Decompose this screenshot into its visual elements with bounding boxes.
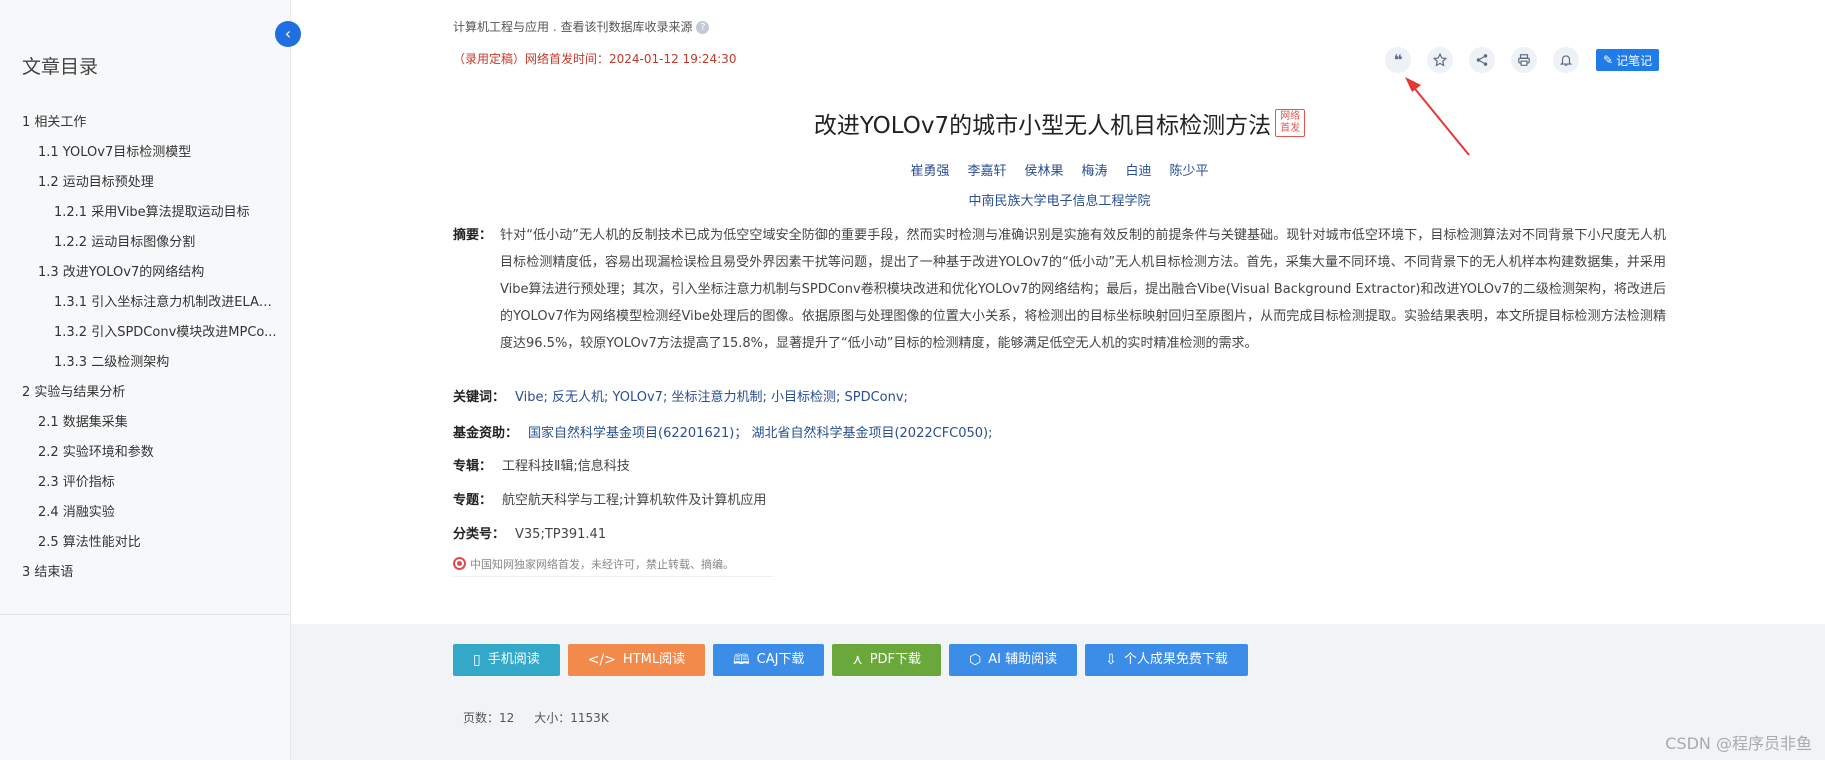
cnki-copyright-icon	[453, 557, 466, 570]
phone-icon: ▯	[473, 652, 481, 668]
csdn-watermark: CSDN @程序员非鱼	[1665, 734, 1812, 753]
topic-row: 专题： 航空航天科学与工程;计算机软件及计算机应用	[453, 491, 766, 511]
toc-item[interactable]: 1.2.1 采用Vibe算法提取运动目标	[0, 198, 280, 228]
fund-row: 基金资助： 国家自然科学基金项目(62201621)； 湖北省自然科学基金项目(2…	[453, 424, 993, 444]
keywords-label: 关键词：	[453, 390, 506, 405]
topic-label: 专题：	[453, 493, 493, 508]
fund-links[interactable]: 国家自然科学基金项目(62201621)； 湖北省自然科学基金项目(2022CF…	[528, 426, 993, 441]
toc-item[interactable]: 1.2 运动目标预处理	[0, 168, 291, 198]
author-link[interactable]: 崔勇强	[910, 164, 949, 179]
toc-item[interactable]: 1 相关工作	[0, 108, 291, 138]
share-glyph	[1476, 54, 1488, 66]
pdf-download-button[interactable]: ⋏ PDF下载	[832, 644, 942, 676]
toc-item[interactable]: 2.3 评价指标	[0, 468, 291, 498]
toc-item[interactable]: 3 结束语	[0, 558, 291, 588]
toc-item[interactable]: 2.2 实验环境和参数	[0, 438, 291, 468]
author-link[interactable]: 侯林果	[1024, 164, 1063, 179]
page-count: 页数：12	[463, 711, 515, 725]
file-meta: 页数：12 大小：1153K	[463, 709, 629, 726]
abstract-text: 针对“低小动”无人机的反制技术已成为低空空域安全防御的重要手段，然而实时检测与准…	[500, 228, 1666, 351]
download-icon: ⇩	[1105, 652, 1117, 668]
download-panel: ▯ 手机阅读 </> HTML阅读 🕮 CAJ下载 ⋏ PDF下载 ⬡ AI 辅助阅读 ⇩ 个人成果免…	[291, 624, 1825, 760]
author-link[interactable]: 李嘉轩	[967, 164, 1006, 179]
bell-icon[interactable]	[1553, 47, 1579, 73]
action-label: AI 辅助阅读	[988, 652, 1058, 667]
action-label: HTML阅读	[622, 652, 686, 667]
article-main: 计算机工程与应用 . 查看该刊数据库收录来源? （录用定稿）网络首发时间：202…	[291, 0, 1825, 760]
html-read-button[interactable]: </> HTML阅读	[567, 644, 706, 676]
toc-item[interactable]: 2.1 数据集采集	[0, 408, 291, 438]
keywords-row: 关键词： Vibe; 反无人机; YOLOv7; 坐标注意力机制; 小目标检测; …	[453, 388, 908, 408]
ai-icon: ⬡	[969, 652, 982, 668]
copyright-notice: 中国知网独家网络首发，未经许可，禁止转载、摘编。	[453, 556, 773, 577]
sidebar-divider	[0, 614, 291, 615]
pdf-icon: ⋏	[852, 652, 863, 668]
online-first-badge: 网络首发	[1275, 109, 1306, 137]
action-label: 个人成果免费下载	[1123, 652, 1228, 667]
classification-label: 分类号：	[453, 527, 506, 542]
bell-glyph	[1559, 55, 1573, 66]
pencil-icon: ✎	[1603, 53, 1614, 67]
toc-item[interactable]: 1.3.1 引入坐标注意力机制改进ELAN...	[0, 288, 280, 318]
classification-value: V35;TP391.41	[515, 527, 607, 542]
author-link[interactable]: 白迪	[1126, 164, 1152, 179]
cite-icon[interactable]: ❝	[1385, 47, 1411, 73]
author-link[interactable]: 梅涛	[1082, 164, 1108, 179]
copyright-text: 中国知网独家网络首发，未经许可，禁止转载、摘编。	[470, 558, 734, 571]
star-icon	[1433, 53, 1447, 67]
article-title-block: 改进YOLOv7的城市小型无人机目标检测方法 网络首发	[453, 106, 1666, 140]
book-icon: 🕮	[733, 652, 750, 668]
toc-sidebar: 文章目录 1 相关工作 1.1 YOLOv7目标检测模型 1.2 运动目标预处理 1.…	[0, 0, 291, 760]
author-organization[interactable]: 中南民族大学电子信息工程学院	[453, 190, 1666, 209]
toc-item[interactable]: 1.2.2 运动目标图像分割	[0, 228, 280, 258]
toc-item[interactable]: 1.3.2 引入SPDConv模块改进MPCo...	[0, 318, 280, 348]
toc-item[interactable]: 2.5 算法性能对比	[0, 528, 291, 558]
fund-label: 基金资助：	[453, 426, 519, 441]
caj-download-button[interactable]: 🕮 CAJ下载	[713, 644, 825, 676]
journal-source-text[interactable]: 计算机工程与应用 . 查看该刊数据库收录来源	[453, 20, 692, 34]
journal-source[interactable]: 计算机工程与应用 . 查看该刊数据库收录来源?	[453, 18, 710, 35]
share-icon[interactable]	[1469, 47, 1495, 73]
article-toolbar: ❝ ✎ 记笔记	[1385, 47, 1660, 73]
series-row: 专辑： 工程科技Ⅱ辑;信息科技	[453, 457, 630, 477]
author-list: 崔勇强 李嘉轩 侯林果 梅涛 白迪 陈少平	[453, 160, 1666, 179]
file-size: 大小：1153K	[534, 711, 609, 725]
abstract: 摘要： 针对“低小动”无人机的反制技术已成为低空空域安全防御的重要手段，然而实时…	[453, 222, 1666, 357]
collapse-sidebar-icon[interactable]: ‹	[275, 21, 301, 47]
series-value: 工程科技Ⅱ辑;信息科技	[502, 459, 630, 474]
abstract-label: 摘要：	[453, 228, 493, 243]
print-icon[interactable]	[1511, 47, 1537, 73]
toc-list: 1 相关工作 1.1 YOLOv7目标检测模型 1.2 运动目标预处理 1.2.1 采…	[0, 108, 291, 588]
free-download-button[interactable]: ⇩ 个人成果免费下载	[1085, 644, 1248, 676]
action-buttons: ▯ 手机阅读 </> HTML阅读 🕮 CAJ下载 ⋏ PDF下载 ⬡ AI 辅助阅读 ⇩ 个人成果免…	[453, 644, 1256, 676]
toc-item[interactable]: 2.4 消融实验	[0, 498, 291, 528]
code-icon: </>	[587, 652, 616, 668]
action-label: 手机阅读	[487, 652, 540, 667]
toc-item[interactable]: 1.1 YOLOv7目标检测模型	[0, 138, 291, 168]
mobile-read-button[interactable]: ▯ 手机阅读	[453, 644, 560, 676]
toc-item[interactable]: 1.3 改进YOLOv7的网络结构	[0, 258, 291, 288]
toc-item[interactable]: 1.3.3 二级检测架构	[0, 348, 280, 378]
series-label: 专辑：	[453, 459, 493, 474]
printer-glyph	[1518, 54, 1530, 66]
ai-read-button[interactable]: ⬡ AI 辅助阅读	[949, 644, 1078, 676]
toc-title: 文章目录	[22, 56, 99, 78]
topic-value: 航空航天科学与工程;计算机软件及计算机应用	[502, 493, 767, 508]
article-title: 改进YOLOv7的城市小型无人机目标检测方法	[813, 113, 1272, 139]
toc-item[interactable]: 2 实验与结果分析	[0, 378, 291, 408]
take-note-label: 记笔记	[1616, 53, 1653, 68]
author-link[interactable]: 陈少平	[1170, 164, 1209, 179]
favorite-star-icon[interactable]	[1427, 47, 1453, 73]
action-label: PDF下载	[869, 652, 922, 667]
help-icon[interactable]: ?	[696, 21, 710, 34]
take-note-button[interactable]: ✎ 记笔记	[1596, 49, 1660, 71]
action-label: CAJ下载	[756, 652, 805, 667]
keywords-links[interactable]: Vibe; 反无人机; YOLOv7; 坐标注意力机制; 小目标检测; SPDC…	[515, 390, 908, 405]
publish-time: （录用定稿）网络首发时间：2024-01-12 19:24:30	[453, 52, 737, 66]
classification-row: 分类号： V35;TP391.41	[453, 525, 606, 545]
